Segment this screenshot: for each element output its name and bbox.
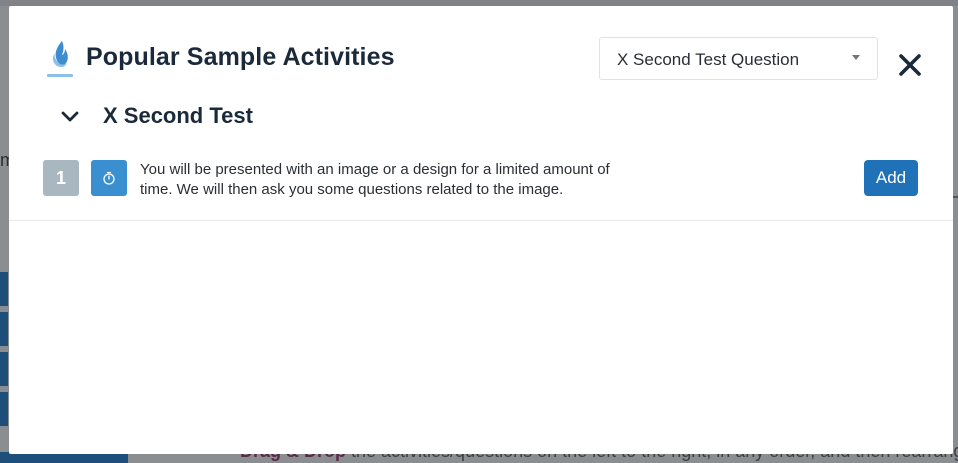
background-sidebar-item bbox=[0, 312, 8, 346]
stopwatch-badge bbox=[91, 160, 127, 196]
background-sidebar-item bbox=[0, 272, 8, 306]
divider bbox=[9, 220, 953, 221]
sample-activities-modal: Popular Sample Activities X Second Test … bbox=[9, 6, 953, 454]
caret-down-icon bbox=[852, 55, 860, 60]
stopwatch-icon bbox=[103, 171, 115, 185]
activity-number-badge: 1 bbox=[43, 160, 79, 196]
background-sidebar-item bbox=[0, 392, 8, 426]
activity-description: You will be presented with an image or a… bbox=[140, 161, 610, 198]
section-title: X Second Test bbox=[103, 103, 253, 128]
chevron-down-icon[interactable] bbox=[61, 110, 79, 124]
add-button[interactable]: Add bbox=[864, 160, 918, 196]
close-icon[interactable] bbox=[897, 52, 923, 78]
activity-type-select-value: X Second Test Question bbox=[617, 50, 800, 69]
modal-title: Popular Sample Activities bbox=[86, 43, 395, 71]
background-sidebar-item bbox=[0, 352, 8, 386]
activity-type-select[interactable]: X Second Test Question bbox=[599, 37, 878, 80]
flame-logo-icon bbox=[47, 41, 73, 77]
